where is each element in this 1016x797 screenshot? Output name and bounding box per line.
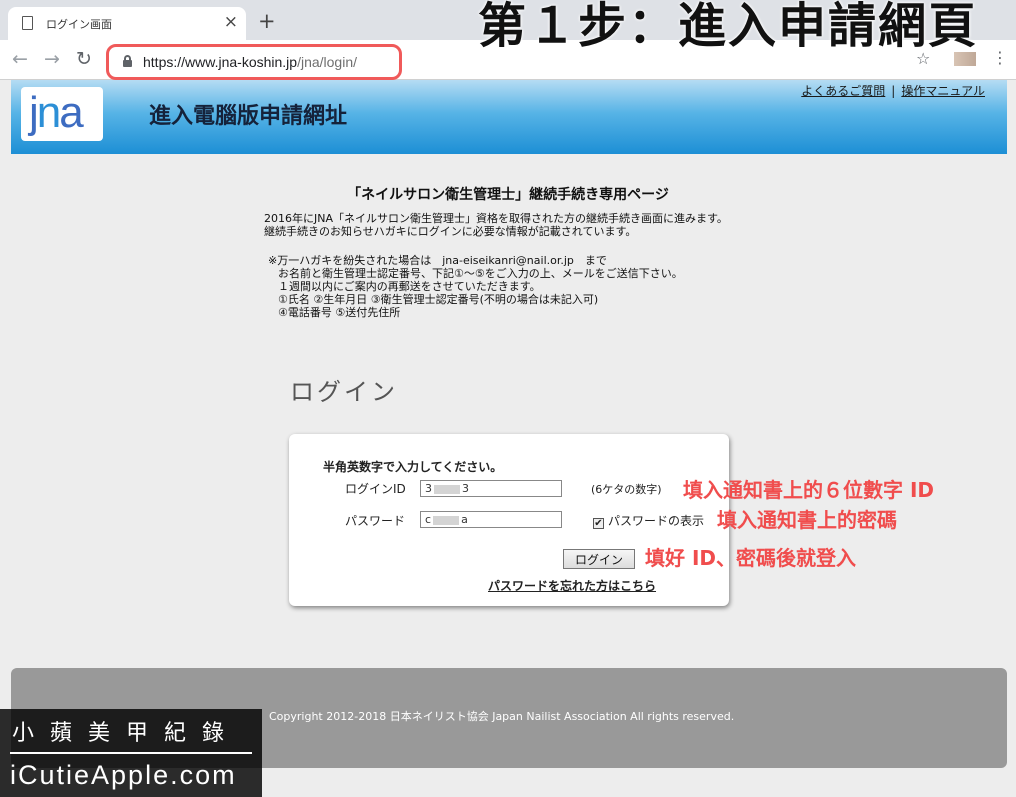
login-form: 半角英数字で入力してください。 ログインID 33 (6ケタの数字) パスワード… [289, 434, 729, 606]
intro-line: 継続手続きのお知らせハガキにログインに必要な情報が記載されています。 [264, 225, 637, 238]
notice-line: お名前と衛生管理士認定番号、下記①〜⑤をご入力の上、メールをご送信下さい。 [278, 267, 683, 280]
jna-logo[interactable]: jna [21, 87, 103, 141]
site-header: jna 進入電腦版申請網址 よくあるご質問 | 操作マニュアル [11, 80, 1007, 154]
faq-link[interactable]: よくあるご質問 [801, 84, 885, 98]
login-id-label: ログインID [345, 482, 406, 496]
watermark-english: iCutieApple.com [10, 760, 237, 790]
form-instruction: 半角英数字で入力してください。 [323, 460, 503, 474]
lock-icon [123, 55, 132, 67]
lost-postcard-notice: ※万一ハガキを紛失された場合は jna-eiseikanri@nail.or.j… [268, 254, 683, 319]
login-annotation: 填好 ID、密碼後就登入 [645, 546, 857, 570]
page-icon [22, 16, 33, 30]
notice-line: １週間以内にご案内の再郵送をさせていただきます。 [278, 280, 541, 293]
forgot-password-link[interactable]: パスワードを忘れた方はこちら [488, 577, 656, 594]
blog-watermark: 小蘋美甲紀錄 iCutieApple.com [0, 709, 262, 797]
url-text: https://www.jna-koshin.jp/jna/login/ [143, 54, 358, 70]
login-button[interactable]: ログイン [563, 549, 635, 569]
new-tab-icon[interactable]: + [258, 10, 276, 32]
browser-menu-icon[interactable]: ⋮ [992, 48, 1008, 68]
page-heading: 「ネイルサロン衛生管理士」継続手続き専用ページ [347, 187, 669, 203]
copyright-text: Copyright 2012-2018 日本ネイリスト協会 Japan Nail… [269, 710, 735, 723]
password-label: パスワード [345, 514, 406, 528]
intro-line: 2016年にJNA「ネイルサロン衛生管理士」資格を取得された方の継続手続き画面に… [264, 212, 728, 225]
show-password-label: パスワードの表示 [608, 514, 705, 528]
redacted-value [434, 484, 460, 494]
intro-text: 2016年にJNA「ネイルサロン衛生管理士」資格を取得された方の継続手続き画面に… [264, 212, 728, 238]
link-separator: | [891, 84, 896, 98]
tab-title: ログイン画面 [46, 18, 112, 31]
reload-icon[interactable]: ↻ [76, 48, 92, 70]
show-password-checkbox[interactable]: ✔ [593, 518, 604, 529]
profile-avatar[interactable] [954, 52, 976, 66]
show-password-toggle[interactable]: ✔ パスワードの表示 [593, 512, 704, 529]
manual-link[interactable]: 操作マニュアル [901, 84, 985, 98]
password-input[interactable]: ca [420, 511, 562, 528]
logo-text: jna [29, 88, 84, 137]
address-bar[interactable]: https://www.jna-koshin.jp/jna/login/ [106, 44, 402, 80]
forward-arrow-icon[interactable]: → [44, 48, 60, 70]
watermark-divider [10, 752, 252, 754]
back-arrow-icon[interactable]: ← [12, 48, 28, 70]
login-id-hint: (6ケタの数字) [591, 483, 662, 496]
header-links: よくあるご質問 | 操作マニュアル [801, 82, 985, 99]
watermark-chinese: 小蘋美甲紀錄 [12, 721, 241, 746]
notice-line: ①氏名 ②生年月日 ③衛生管理士認定番号(不明の場合は未記入可) [278, 293, 599, 306]
login-id-input[interactable]: 33 [420, 480, 562, 497]
close-tab-icon[interactable]: × [224, 11, 238, 33]
browser-tab[interactable]: ログイン画面 × [8, 7, 246, 40]
id-annotation: 填入通知書上的６位數字 ID [683, 478, 935, 502]
login-heading: ログイン [290, 378, 398, 406]
redacted-value [433, 515, 460, 525]
step-title-overlay: 第１步：進入申請網頁 [478, 0, 979, 54]
notice-line: ④電話番号 ⑤送付先住所 [278, 306, 401, 319]
password-annotation: 填入通知書上的密碼 [717, 508, 897, 532]
notice-line: ※万一ハガキを紛失された場合は jna-eiseikanri@nail.or.j… [268, 254, 607, 267]
header-title-overlay: 進入電腦版申請網址 [149, 104, 348, 129]
